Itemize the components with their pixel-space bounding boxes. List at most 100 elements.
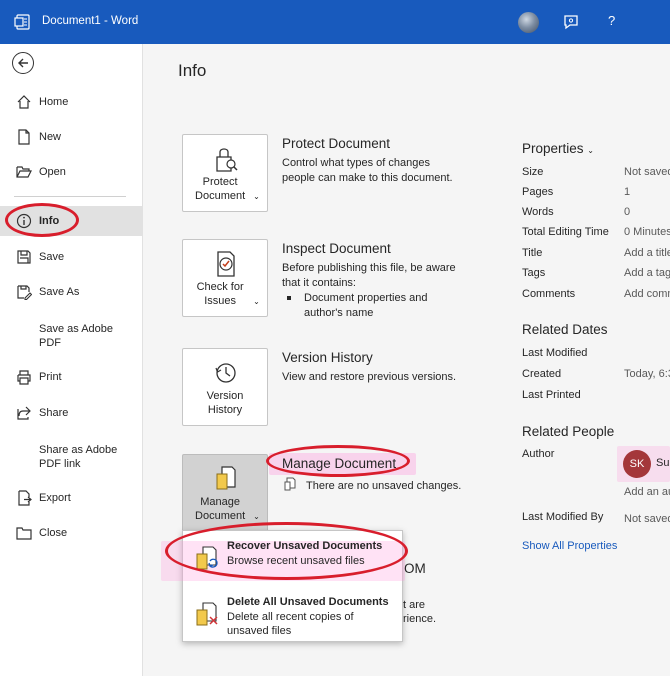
hidden-section-text-fragment-2: rience.: [403, 613, 437, 625]
show-all-properties-link[interactable]: Show All Properties: [522, 540, 617, 552]
inspect-document-description: Before publishing this file, be aware th…: [282, 262, 456, 289]
property-key: Pages: [522, 186, 554, 198]
sidebar-item-label: Open: [39, 166, 66, 178]
document-title: Document1 - Word: [42, 15, 139, 27]
sidebar-item-share[interactable]: Share: [0, 398, 142, 428]
export-icon: [18, 490, 32, 506]
version-history-title: Version History: [282, 350, 373, 365]
manage-document-title: Manage Document: [282, 456, 397, 471]
tile-label: Protect Document ⌄: [195, 176, 260, 202]
manage-document-icon: [216, 466, 236, 490]
help-icon[interactable]: ?: [608, 13, 615, 28]
back-arrow-icon[interactable]: [12, 52, 34, 74]
protect-document-description: Control what types of changes people can…: [282, 157, 453, 184]
sidebar-item-save-as-adobe-pdf[interactable]: Save as Adobe PDF: [0, 320, 142, 350]
comments-property-field[interactable]: Add comments: [624, 288, 670, 300]
protect-document-button[interactable]: Protect Document ⌄: [182, 134, 268, 212]
sidebar-item-label: Save: [39, 251, 65, 263]
date-key: Last Modified: [522, 347, 588, 359]
sidebar-item-close[interactable]: Close: [0, 518, 142, 548]
property-key: Words: [522, 206, 554, 218]
add-author-field[interactable]: Add an author: [624, 486, 670, 498]
sidebar-item-label: New: [39, 131, 62, 143]
sidebar-item-print[interactable]: Print: [0, 362, 142, 392]
word-doc-icon: [14, 14, 30, 30]
property-value: 1: [624, 186, 631, 198]
inspect-bullet: Document properties and author's name: [287, 291, 434, 321]
sidebar-item-export[interactable]: Export: [0, 483, 142, 513]
property-key: Comments: [522, 288, 576, 300]
backstage-sidebar: Home New Open Info Save Save As Save as …: [0, 44, 143, 676]
tags-property-field[interactable]: Add a tag: [624, 267, 670, 279]
share-icon: [17, 406, 31, 420]
manage-document-description: There are no unsaved changes.: [306, 480, 462, 492]
related-dates-header: Related Dates: [522, 322, 608, 337]
sidebar-item-label: Close: [39, 527, 68, 539]
property-key: Title: [522, 247, 543, 259]
printer-icon: [17, 370, 31, 385]
sidebar-item-label: Save As: [39, 286, 80, 298]
date-value: Today, 6:30 PM: [624, 368, 670, 380]
sidebar-item-info[interactable]: Info: [0, 206, 142, 236]
history-clock-icon: [215, 363, 236, 383]
property-key: Total Editing Time: [522, 226, 609, 238]
title-bar: Document1 - Word ?: [0, 0, 670, 44]
check-for-issues-button[interactable]: Check for Issues ⌄: [182, 239, 268, 317]
menu-item-title: Recover Unsaved Documents: [227, 540, 383, 552]
sidebar-item-label: Save as Adobe PDF: [39, 323, 114, 349]
sidebar-item-save-as[interactable]: Save As: [0, 277, 142, 307]
author-avatar[interactable]: SK: [623, 450, 651, 478]
sidebar-item-home[interactable]: Home: [0, 87, 142, 117]
last-modified-by-value: Not saved yet: [624, 513, 670, 525]
property-key: Size: [522, 166, 544, 178]
tile-label: Check for Issues ⌄: [196, 281, 260, 307]
hidden-section-title-fragment: OM: [404, 561, 426, 576]
date-key: Last Printed: [522, 389, 581, 401]
title-property-field[interactable]: Add a title: [624, 247, 670, 259]
recover-unsaved-documents-item[interactable]: Recover Unsaved Documents Browse recent …: [183, 531, 402, 581]
save-icon: [17, 250, 31, 264]
property-key: Tags: [522, 267, 546, 279]
menu-item-description: Delete all recent copies of unsaved file…: [227, 611, 354, 637]
folder-open-icon: [16, 166, 32, 178]
delete-document-icon: [196, 602, 218, 626]
version-history-button[interactable]: Version History: [182, 348, 268, 426]
author-name[interactable]: Su: [656, 457, 670, 469]
sidebar-item-new[interactable]: New: [0, 122, 142, 152]
property-value: 0 Minutes: [624, 226, 670, 238]
check-document-icon: [217, 251, 235, 277]
version-history-description: View and restore previous versions.: [282, 371, 457, 383]
sidebar-divider: [14, 196, 126, 197]
protect-document-title: Protect Document: [282, 136, 391, 151]
home-icon: [17, 95, 31, 109]
close-folder-icon: [16, 527, 32, 540]
menu-item-title: Delete All Unsaved Documents: [227, 596, 389, 608]
properties-header[interactable]: Properties ⌄: [522, 141, 594, 156]
tile-label: Version History: [206, 390, 244, 416]
sidebar-item-label: Info: [39, 215, 60, 227]
account-avatar[interactable]: [518, 12, 539, 33]
hidden-section-text-fragment: t are: [403, 599, 426, 611]
feedback-icon[interactable]: [562, 13, 580, 31]
new-document-icon: [18, 129, 30, 145]
menu-item-description: Browse recent unsaved files: [227, 555, 365, 567]
tile-label: Manage Document ⌄: [195, 496, 260, 522]
manage-document-button[interactable]: Manage Document ⌄: [182, 454, 268, 532]
sidebar-item-label: Share: [39, 407, 69, 419]
property-value: 0: [624, 206, 631, 218]
last-modified-by-key: Last Modified By: [522, 511, 604, 523]
recover-document-icon: [196, 546, 218, 570]
info-icon: [16, 213, 32, 229]
author-key: Author: [522, 448, 555, 460]
manage-document-menu: Recover Unsaved Documents Browse recent …: [161, 530, 405, 642]
sidebar-item-share-as-adobe-pdf-link[interactable]: Share as Adobe PDF link: [0, 441, 142, 471]
property-value: Not saved yet: [624, 166, 670, 178]
sidebar-item-label: Home: [39, 96, 69, 108]
page-title: Info: [178, 61, 207, 80]
sidebar-item-open[interactable]: Open: [0, 157, 142, 187]
date-key: Created: [522, 368, 562, 380]
sidebar-item-save[interactable]: Save: [0, 242, 142, 272]
sidebar-item-label: Export: [39, 492, 71, 504]
sidebar-item-label: Print: [39, 371, 62, 383]
delete-all-unsaved-documents-item[interactable]: Delete All Unsaved Documents Delete all …: [183, 587, 402, 637]
